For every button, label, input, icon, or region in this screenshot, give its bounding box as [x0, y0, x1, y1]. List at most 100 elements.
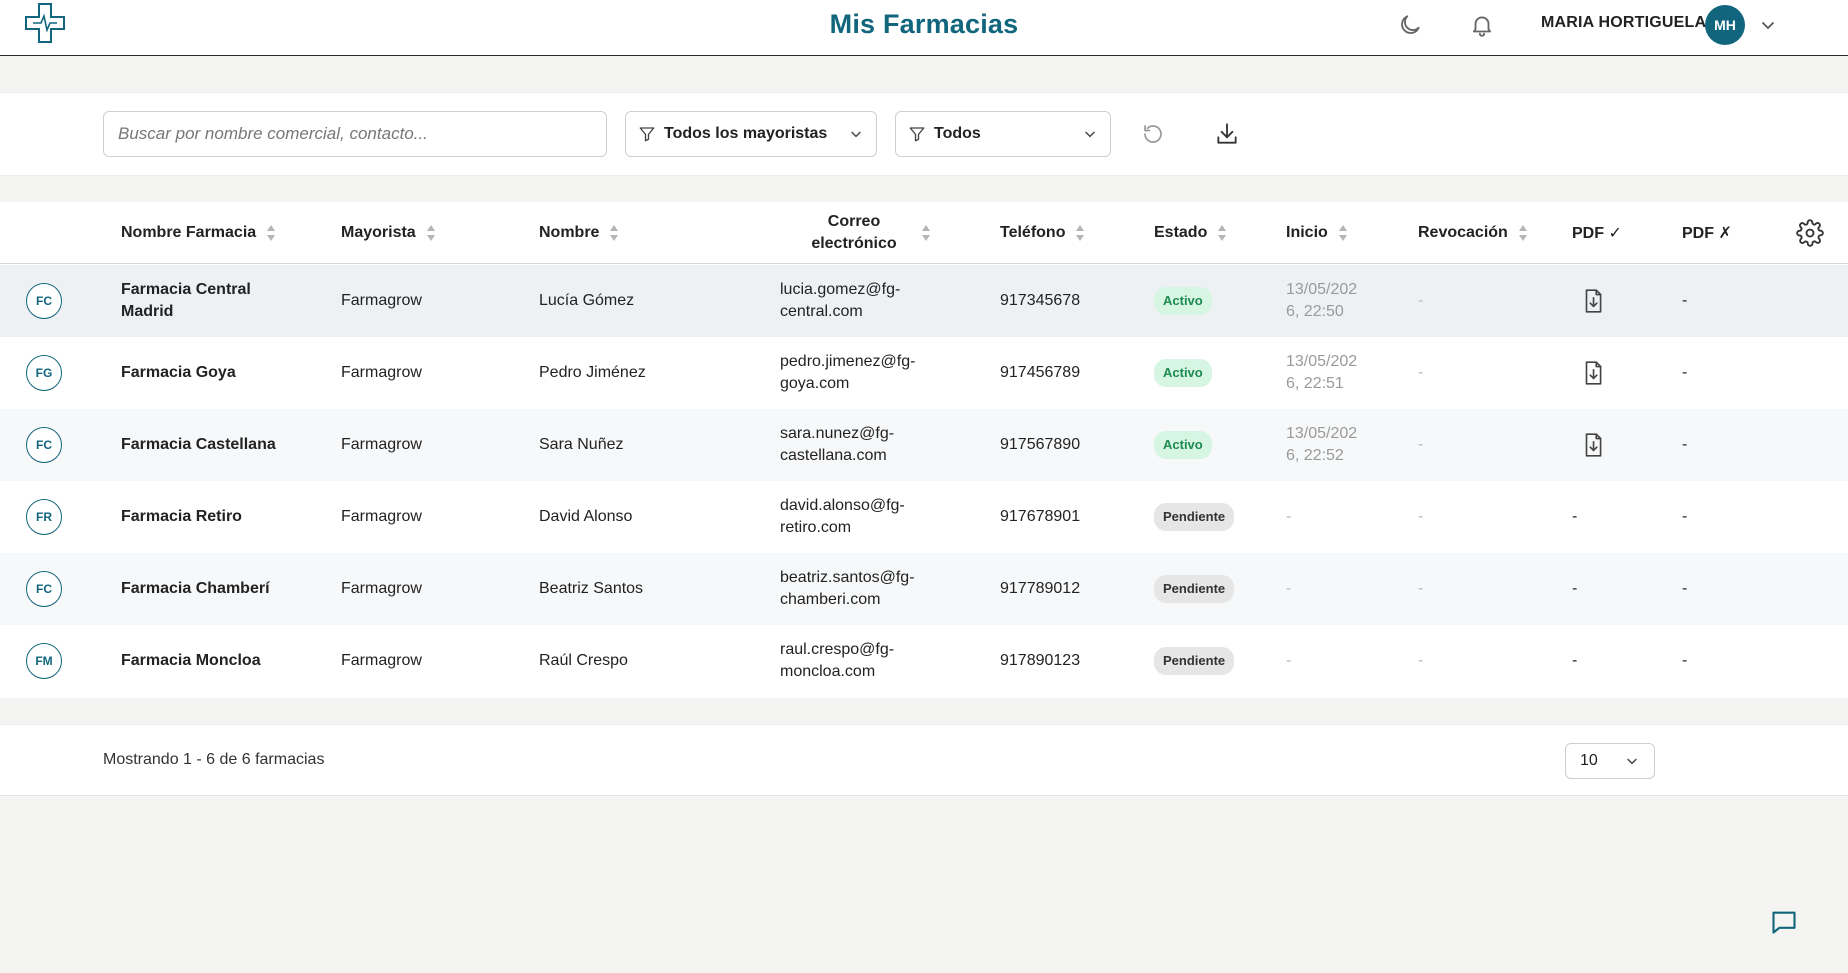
- column-header-revocation[interactable]: Revocación: [1418, 202, 1528, 264]
- status-badge: Pendiente: [1154, 647, 1235, 675]
- wholesaler-cell: Farmagrow: [341, 652, 422, 669]
- table-row[interactable]: FC Farmacia Central Madrid Farmagrow Lucía G…: [0, 265, 1848, 337]
- refresh-icon: [1144, 125, 1162, 143]
- row-avatar: FC: [26, 283, 62, 319]
- moon-icon: [1401, 15, 1420, 34]
- pharmacy-name[interactable]: Farmacia Retiro: [121, 481, 321, 553]
- sort-icon: [610, 225, 619, 241]
- phone-cell: 917456789: [1000, 364, 1081, 381]
- contact-name-cell: Raúl Crespo: [539, 652, 628, 669]
- sort-icon: [426, 225, 435, 241]
- pdf-ko-cell: -: [1682, 508, 1688, 525]
- column-header-contact[interactable]: Nombre: [539, 202, 619, 264]
- status-cell: Pendiente: [1154, 625, 1235, 697]
- export-button[interactable]: [1207, 114, 1247, 154]
- status-cell: Pendiente: [1154, 553, 1235, 625]
- table-row[interactable]: FG Farmacia Goya Farmagrow Pedro Jiménez ped…: [0, 337, 1848, 409]
- table-row[interactable]: FM Farmacia Moncloa Farmagrow Raúl Crespo ra…: [0, 625, 1848, 697]
- status-filter-select[interactable]: Todos: [895, 111, 1111, 157]
- contact-name-cell: David Alonso: [539, 508, 633, 525]
- chevron-down-icon: [851, 131, 861, 138]
- column-header-name[interactable]: Nombre Farmacia: [121, 202, 276, 264]
- gear-icon: [1796, 219, 1824, 247]
- row-avatar: FC: [26, 427, 62, 463]
- chevron-down-icon[interactable]: [1758, 15, 1778, 35]
- pdf-download-button[interactable]: [1580, 265, 1606, 337]
- revocation-cell: -: [1418, 580, 1424, 597]
- revocation-cell: -: [1418, 292, 1424, 309]
- pdf-download-button[interactable]: [1580, 337, 1606, 409]
- filter-icon: [909, 127, 925, 142]
- status-badge: Pendiente: [1154, 503, 1235, 531]
- contact-name-cell: Pedro Jiménez: [539, 364, 646, 381]
- table-row[interactable]: FR Farmacia Retiro Farmagrow David Alonso da…: [0, 481, 1848, 553]
- contact-name-cell: Lucía Gómez: [539, 292, 635, 309]
- column-settings-button[interactable]: [1796, 202, 1824, 264]
- search-input[interactable]: [103, 111, 607, 157]
- user-name[interactable]: MARIA HORTIGUELA: [1541, 14, 1706, 32]
- column-header-status[interactable]: Estado: [1154, 202, 1227, 264]
- row-avatar: FC: [26, 571, 62, 607]
- pdf-ko-cell: -: [1682, 292, 1688, 309]
- column-header-email[interactable]: Correo electrónico: [796, 202, 946, 264]
- chat-icon: [1772, 911, 1796, 934]
- status-badge: Pendiente: [1154, 575, 1235, 603]
- pdf-download-icon: [1585, 361, 1602, 385]
- contact-name-cell: Beatriz Santos: [539, 580, 644, 597]
- notifications-button[interactable]: [1468, 11, 1496, 39]
- pharmacy-name[interactable]: Farmacia Central Madrid: [121, 265, 321, 337]
- column-header-phone[interactable]: Teléfono: [1000, 202, 1085, 264]
- sort-icon: [1338, 225, 1347, 241]
- pharmacy-name[interactable]: Farmacia Moncloa: [121, 625, 321, 697]
- pharmacies-table: Nombre Farmacia Mayorista Nombre Correo e…: [0, 202, 1848, 698]
- wholesaler-cell: Farmagrow: [341, 364, 422, 381]
- wholesaler-filter-select[interactable]: Todos los mayoristas: [625, 111, 877, 157]
- email-cell: david.alonso@fg-retiro.com: [780, 497, 905, 536]
- row-avatar: FM: [26, 643, 62, 679]
- status-badge: Activo: [1154, 431, 1212, 459]
- chat-button[interactable]: [1768, 906, 1800, 938]
- wholesaler-cell: Farmagrow: [341, 508, 422, 525]
- revocation-cell: -: [1418, 364, 1424, 381]
- status-cell: Activo: [1154, 337, 1212, 409]
- sort-icon: [1518, 225, 1527, 241]
- reset-filters-button[interactable]: [1133, 114, 1173, 154]
- page-size-select[interactable]: 10: [1565, 743, 1655, 779]
- wholesaler-cell: Farmagrow: [341, 580, 422, 597]
- sort-icon: [921, 225, 930, 241]
- wholesaler-filter-value: Todos los mayoristas: [664, 125, 828, 142]
- pdf-ko-cell: -: [1682, 652, 1688, 669]
- status-filter-value: Todos: [934, 125, 981, 142]
- column-header-wholesaler[interactable]: Mayorista: [341, 202, 436, 264]
- email-cell: beatriz.santos@fg-chamberi.com: [780, 569, 915, 608]
- phone-cell: 917567890: [1000, 436, 1081, 453]
- sort-icon: [1076, 225, 1085, 241]
- phone-cell: 917345678: [1000, 292, 1081, 309]
- status-cell: Activo: [1154, 265, 1212, 337]
- table-row[interactable]: FC Farmacia Chamberí Farmagrow Beatriz Sant…: [0, 553, 1848, 625]
- chevron-down-icon: [1085, 131, 1095, 138]
- pharmacy-name[interactable]: Farmacia Castellana: [121, 409, 321, 481]
- start-date-cell: 13/05/202 6, 22:51: [1286, 353, 1358, 392]
- email-cell: sara.nunez@fg-castellana.com: [780, 425, 895, 464]
- table-row[interactable]: FC Farmacia Castellana Farmagrow Sara Nuñez…: [0, 409, 1848, 481]
- wholesaler-cell: Farmagrow: [341, 292, 422, 309]
- pdf-ok-cell: -: [1572, 580, 1578, 597]
- pharmacy-name[interactable]: Farmacia Goya: [121, 337, 321, 409]
- revocation-cell: -: [1418, 652, 1424, 669]
- status-badge: Activo: [1154, 359, 1212, 387]
- revocation-cell: -: [1418, 436, 1424, 453]
- pdf-download-button[interactable]: [1580, 409, 1606, 481]
- dark-mode-toggle[interactable]: [1396, 11, 1424, 39]
- pharmacy-name[interactable]: Farmacia Chamberí: [121, 553, 321, 625]
- pagination-summary: Mostrando 1 - 6 de 6 farmacias: [103, 751, 325, 768]
- page-size-value: 10: [1580, 752, 1598, 769]
- column-header-pdf-ko[interactable]: PDF ✗: [1682, 202, 1732, 264]
- avatar[interactable]: MH: [1705, 5, 1745, 45]
- phone-cell: 917789012: [1000, 580, 1081, 597]
- column-header-pdf-ok[interactable]: PDF ✓: [1572, 202, 1622, 264]
- column-header-start[interactable]: Inicio: [1286, 202, 1348, 264]
- status-badge: Activo: [1154, 287, 1212, 315]
- filter-icon: [639, 127, 655, 142]
- pdf-download-icon: [1585, 433, 1602, 457]
